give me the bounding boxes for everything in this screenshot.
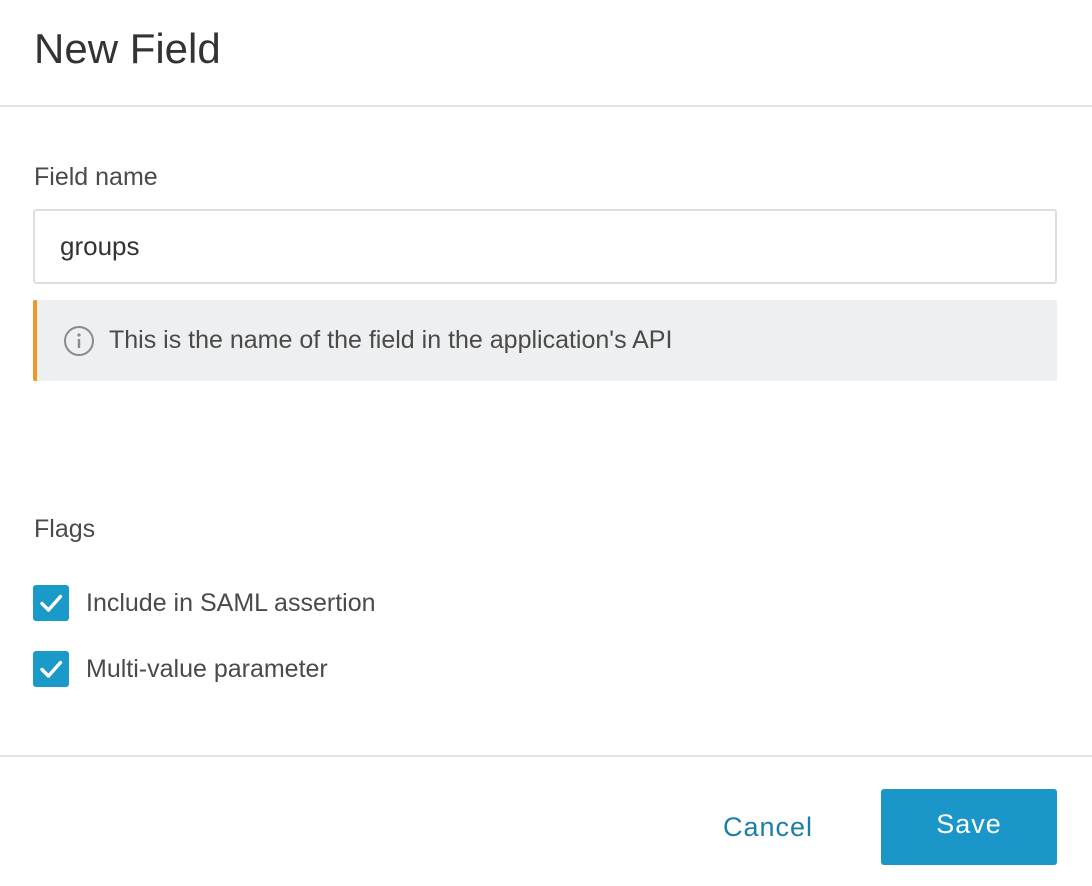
dialog-title: New Field (34, 25, 221, 72)
flags-label: Flags (34, 515, 96, 543)
info-circle-icon (64, 326, 94, 356)
multi-value-parameter-checkbox-row[interactable]: Multi-value parameter (33, 651, 328, 687)
dialog-header: New Field (0, 0, 1092, 107)
field-name-input[interactable] (33, 209, 1057, 284)
include-in-saml-assertion-label: Include in SAML assertion (86, 589, 376, 617)
checkmark-icon (40, 594, 63, 612)
info-text: This is the name of the field in the app… (109, 326, 673, 354)
info-callout: This is the name of the field in the app… (33, 300, 1057, 381)
multi-value-parameter-label: Multi-value parameter (86, 655, 328, 683)
cancel-button[interactable]: Cancel (702, 790, 834, 864)
save-button[interactable]: Save (881, 789, 1057, 865)
checkmark-icon (40, 660, 63, 678)
include-in-saml-assertion-checkbox-row[interactable]: Include in SAML assertion (33, 585, 376, 621)
multi-value-parameter-checkbox[interactable] (33, 651, 69, 687)
include-in-saml-assertion-checkbox[interactable] (33, 585, 69, 621)
new-field-dialog: New Field Field name This is the name of… (0, 0, 1092, 886)
field-name-label: Field name (34, 163, 158, 191)
